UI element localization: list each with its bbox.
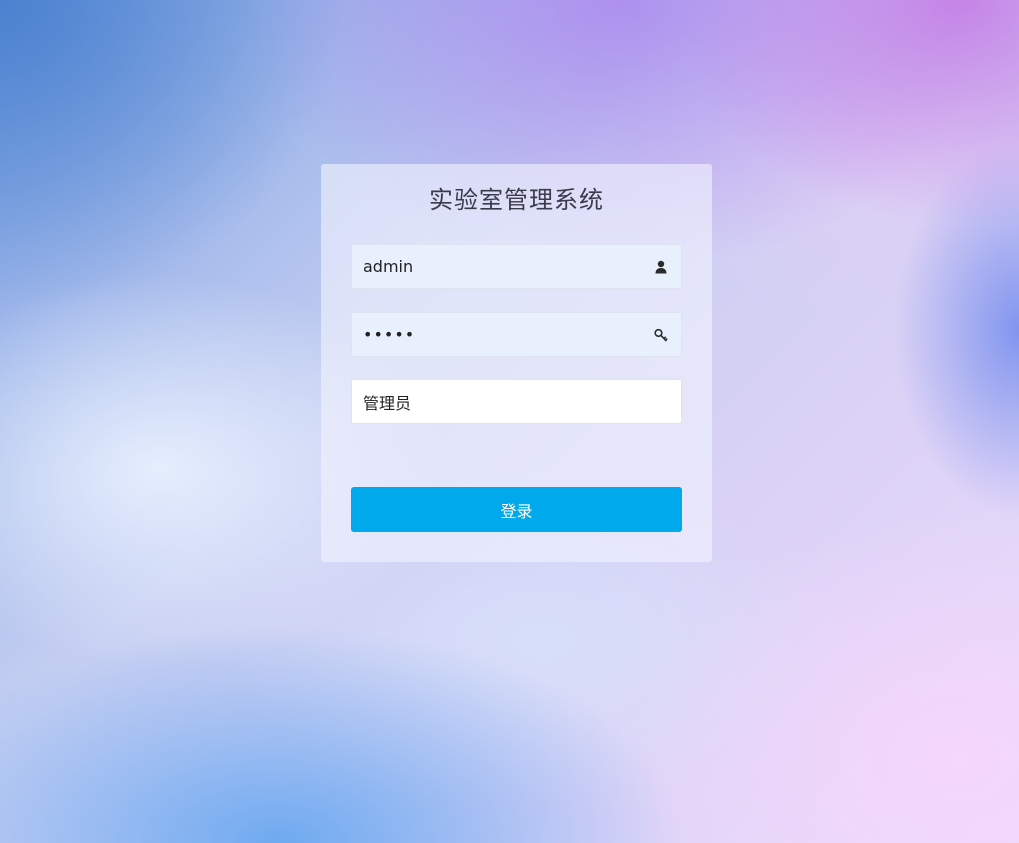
user-icon <box>653 259 669 275</box>
login-page: { "login": { "title": "实验室管理系统", "userna… <box>0 0 1019 843</box>
key-icon <box>653 327 669 343</box>
role-select[interactable]: 管理员 <box>351 379 682 424</box>
password-field[interactable]: ••••• <box>351 312 682 357</box>
login-button[interactable]: 登录 <box>351 487 682 532</box>
username-value[interactable]: admin <box>363 257 653 276</box>
password-value[interactable]: ••••• <box>363 326 653 343</box>
page-title: 实验室管理系统 <box>429 186 604 214</box>
role-select-value[interactable]: 管理员 <box>363 390 669 414</box>
username-field[interactable]: admin <box>351 244 682 289</box>
login-card: 实验室管理系统 admin ••••• 管理员 登录 <box>321 164 712 562</box>
